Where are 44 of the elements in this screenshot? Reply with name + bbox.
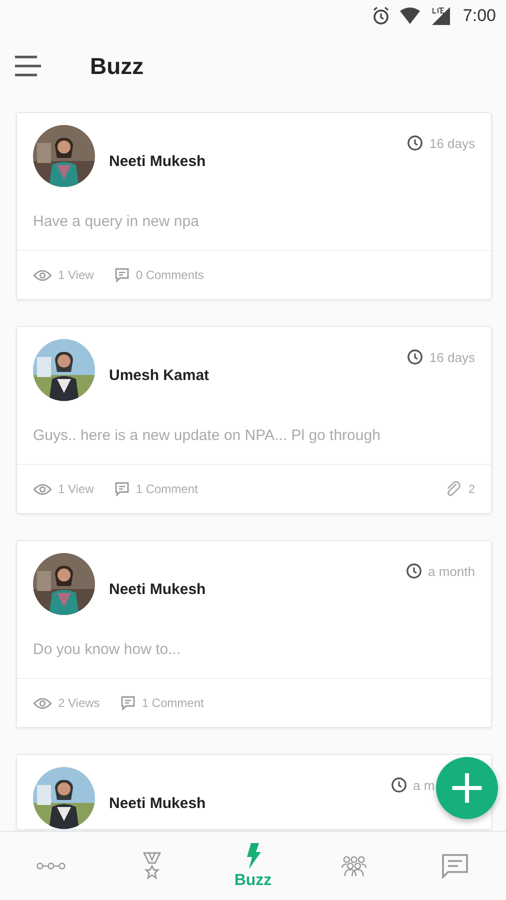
post-card[interactable]: Neeti Mukesh a m — [16, 754, 492, 830]
post-time: a month — [428, 564, 475, 578]
comment-icon — [114, 267, 130, 283]
clock-icon — [391, 777, 407, 793]
author-name: Neeti Mukesh — [109, 580, 207, 598]
post-message: Guys.. here is a new update on NPA... Pl go through — [32, 426, 382, 446]
view-count: 1 View — [58, 482, 94, 496]
chat-icon — [441, 853, 470, 879]
post-card[interactable]: Neeti Mukesh 16 days Have a query in new npa 1 View 0 Comments — [16, 112, 492, 300]
author-name: Neeti Mukesh — [109, 794, 207, 812]
plus-icon — [450, 771, 484, 805]
page-title: Buzz — [90, 52, 144, 80]
comment-icon — [120, 695, 136, 711]
comment-icon — [114, 481, 130, 497]
post-time: 16 days — [429, 350, 475, 364]
lightning-icon — [244, 842, 262, 870]
author-name: Umesh Kamat — [109, 366, 210, 384]
eye-icon — [33, 482, 52, 496]
attachment-count: 2 — [468, 482, 475, 496]
eye-icon — [33, 268, 52, 282]
comment-count: 1 Comment — [136, 482, 198, 496]
post-time: 16 days — [429, 136, 475, 150]
menu-icon[interactable] — [14, 55, 42, 77]
medal-icon — [142, 851, 162, 881]
view-count: 2 Views — [58, 696, 100, 710]
clock-icon — [407, 349, 424, 365]
status-time: 7:00 — [462, 6, 496, 26]
post-card[interactable]: Neeti Mukesh a month Do you know how to... 2 Views 1 Comment — [16, 540, 492, 728]
view-count: 1 View — [58, 268, 94, 282]
comment-count: 1 Comment — [142, 696, 204, 710]
post-time: a m — [413, 778, 435, 792]
clock-icon — [406, 563, 422, 579]
post-message: Have a query in new npa — [32, 212, 200, 232]
comment-count: 0 Comments — [136, 268, 204, 282]
post-message: Do you know how to... — [32, 640, 182, 660]
paperclip-icon — [445, 480, 462, 498]
alarm-icon — [370, 6, 391, 26]
eye-icon — [33, 696, 52, 710]
wifi-icon — [398, 7, 421, 25]
group-icon — [340, 855, 368, 877]
author-name: Neeti Mukesh — [109, 152, 207, 170]
clock-icon — [407, 135, 424, 151]
post-card[interactable]: Umesh Kamat 16 days Guys.. here is a new update on NPA... Pl go through 1 View 1 Comment 2 — [16, 326, 492, 514]
dots-icon — [36, 861, 66, 871]
